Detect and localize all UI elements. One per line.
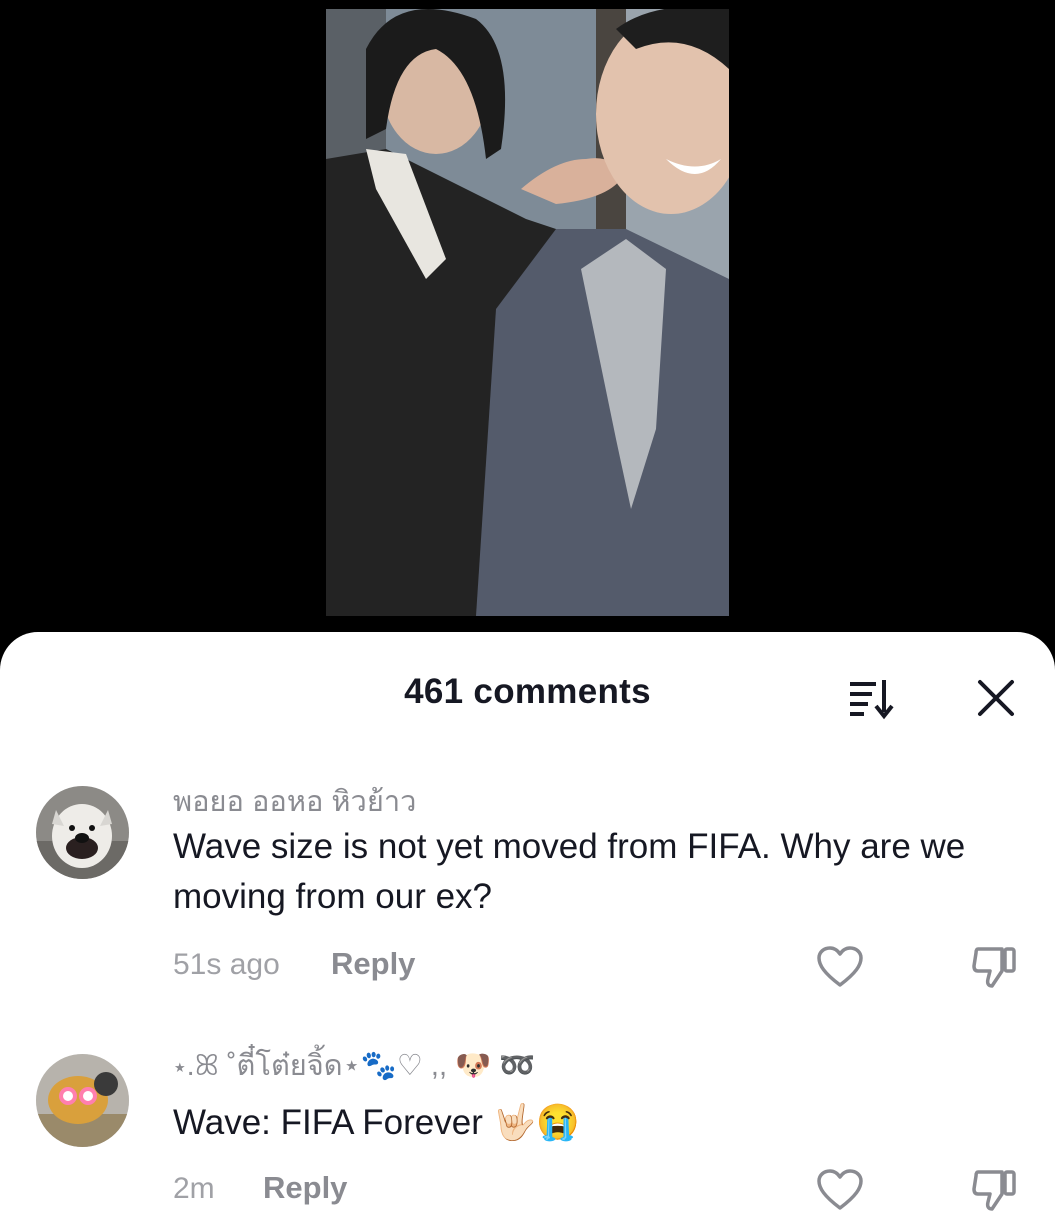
comments-sheet: 461 comments พอยอ ออหอ หิวย้าว Wave size… — [0, 632, 1055, 1232]
avatar[interactable] — [36, 1054, 129, 1147]
video-player[interactable] — [0, 0, 1055, 660]
sort-icon[interactable] — [846, 676, 898, 720]
heart-icon[interactable] — [816, 1168, 864, 1212]
dislike-icon[interactable] — [970, 1168, 1018, 1212]
comment-text: Wave: FIFA Forever 🤟🏻😭 — [173, 1103, 580, 1142]
reply-button[interactable]: Reply — [263, 1170, 347, 1206]
comment-text: Wave size is not yet moved from FIFA. Wh… — [173, 827, 966, 916]
video-frame[interactable] — [326, 9, 729, 616]
comment-username[interactable]: ⋆.ꕤ ˚ตี๋โต๋ยจิ้ด⋆🐾♡ ,, 🐶 ➿ — [173, 1042, 535, 1088]
video-image — [326, 9, 729, 616]
dislike-icon[interactable] — [970, 945, 1018, 989]
avatar[interactable] — [36, 786, 129, 879]
comment-username[interactable]: พอยอ ออหอ หิวย้าว — [173, 778, 416, 824]
comment-timestamp: 2m — [173, 1172, 215, 1205]
comment-timestamp: 51s ago — [173, 948, 280, 981]
close-icon[interactable] — [974, 676, 1018, 720]
heart-icon[interactable] — [816, 945, 864, 989]
reply-button[interactable]: Reply — [331, 946, 415, 982]
